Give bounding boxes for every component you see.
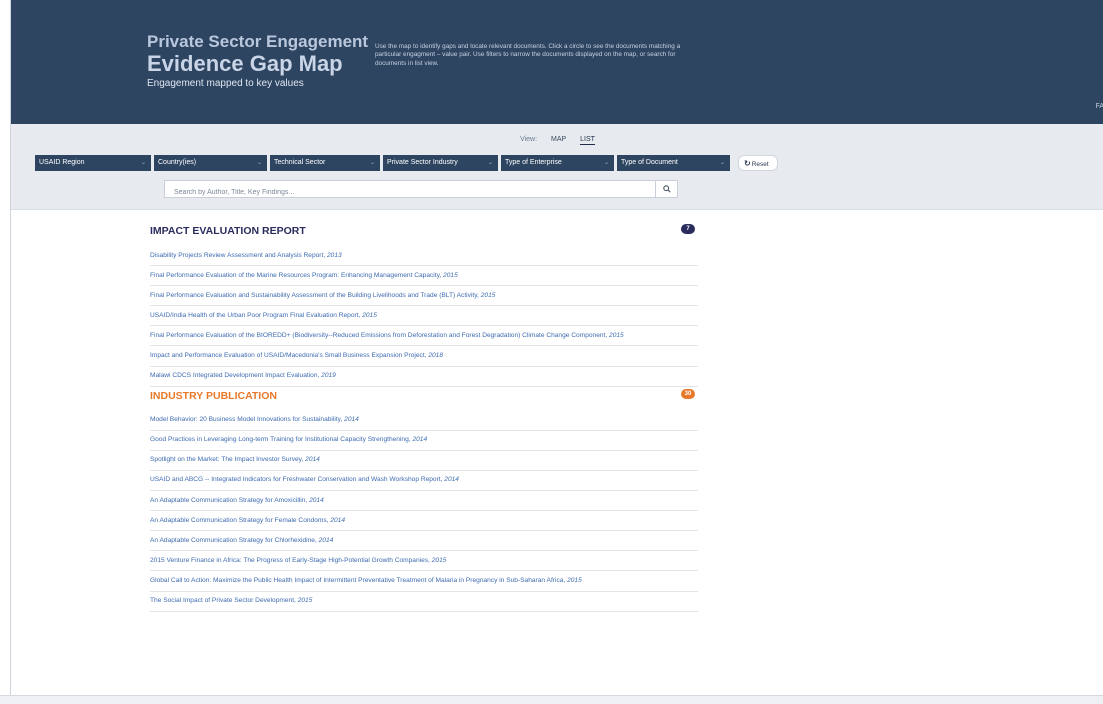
document-title: Final Performance Evaluation and Sustain… [150, 291, 479, 299]
document-title: Model Behavior: 20 Business Model Innova… [150, 416, 343, 424]
document-title: Final Performance Evaluation of the BIOR… [150, 331, 608, 339]
section-header: IMPACT EVALUATION REPORT 7 [150, 222, 698, 246]
filter-type-of-document[interactable]: Type of Document ⌄ [617, 155, 730, 171]
document-year: 2015 [362, 311, 377, 319]
document-year: 2015 [480, 291, 496, 299]
intro-text: Use the map to identify gaps and locate … [375, 43, 681, 67]
document-title: Impact and Performance Evaluation of USA… [150, 351, 427, 359]
document-year: 2014 [444, 476, 459, 484]
filter-label: Private Sector Industry [387, 159, 458, 166]
document-link[interactable]: Malawi CDCS Integrated Development Impac… [150, 367, 698, 387]
view-list-tab[interactable]: LIST [580, 136, 595, 145]
chevron-down-icon: ⌄ [719, 160, 725, 166]
document-year: 2014 [330, 516, 346, 524]
chevron-down-icon: ⌄ [603, 160, 609, 166]
filter-label: USAID Region [39, 159, 85, 166]
bottom-scroll-area [0, 695, 1103, 704]
document-year: 2014 [318, 536, 334, 544]
view-toggle: View: MAP LIST [11, 136, 1103, 145]
document-link[interactable]: Impact and Performance Evaluation of USA… [150, 346, 698, 367]
chevron-down-icon: ⌄ [256, 160, 262, 166]
page-subtitle: Engagement mapped to key values [147, 78, 304, 89]
filter-countries[interactable]: Country(ies) ⌄ [154, 155, 267, 171]
count-badge: 30 [681, 388, 695, 399]
page-title-line1: Private Sector Engagement [147, 32, 369, 51]
chevron-down-icon: ⌄ [140, 160, 146, 166]
document-year: 2018 [428, 351, 444, 359]
section-header: INDUSTRY PUBLICATION 30 [150, 387, 698, 411]
reset-icon: ↻ [744, 159, 751, 168]
document-link[interactable]: Final Performance Evaluation and Sustain… [150, 286, 698, 307]
document-link[interactable]: An Adaptable Communication Strategy for … [150, 531, 698, 552]
document-year: 2014 [309, 496, 324, 504]
reset-label: Reset [751, 161, 769, 168]
document-title: Global Call to Action: Maximize the Publ… [150, 576, 566, 584]
search-input[interactable] [165, 184, 645, 201]
title-block: Private Sector Engagement Evidence Gap M… [147, 32, 368, 89]
document-title: Malawi CDCS Integrated Development Impac… [150, 372, 320, 380]
document-title: Disability Projects Review Assessment an… [150, 251, 326, 259]
filter-type-of-enterprise[interactable]: Type of Enterprise ⌄ [501, 155, 614, 171]
document-year: 2015 [567, 576, 582, 584]
document-link[interactable]: An Adaptable Communication Strategy for … [150, 511, 698, 532]
document-title: 2015 Venture Finance in Africa: The Prog… [150, 556, 430, 564]
document-title: Good Practices in Leveraging Long-term T… [150, 436, 411, 444]
filter-label: Type of Enterprise [505, 159, 562, 166]
document-year: 2015 [609, 331, 624, 339]
view-label: View: [520, 136, 538, 143]
filter-usaid-region[interactable]: USAID Region ⌄ [35, 155, 151, 171]
reset-button[interactable]: ↻Reset [738, 155, 778, 171]
document-year: 2013 [327, 251, 342, 259]
filter-label: Country(ies) [158, 159, 197, 166]
filter-label: Type of Document [621, 159, 678, 166]
document-title: An Adaptable Communication Strategy for … [150, 536, 317, 544]
filter-private-sector-industry[interactable]: Private Sector Industry ⌄ [383, 155, 498, 171]
document-year: 2015 [297, 597, 313, 604]
document-year: 2015 [431, 556, 447, 564]
chevron-down-icon: ⌄ [369, 160, 375, 166]
chevron-down-icon: ⌄ [487, 160, 493, 166]
search-button[interactable] [655, 181, 677, 197]
document-link[interactable]: Model Behavior: 20 Business Model Innova… [150, 411, 698, 431]
section-title: IMPACT EVALUATION REPORT [150, 225, 306, 237]
section-title: INDUSTRY PUBLICATION [150, 389, 277, 402]
document-title: An Adaptable Communication Strategy for … [150, 516, 329, 524]
view-map-tab[interactable]: MAP [551, 136, 566, 143]
document-link[interactable]: 2015 Venture Finance in Africa: The Prog… [150, 551, 698, 572]
document-link[interactable]: Good Practices in Leveraging Long-term T… [150, 431, 698, 451]
document-link[interactable]: USAID/India Health of the Urban Poor Pro… [150, 306, 698, 327]
document-link[interactable]: An Adaptable Communication Strategy for … [150, 491, 698, 512]
document-year: 2014 [412, 436, 428, 444]
search-icon [662, 185, 671, 193]
document-year: 2019 [321, 372, 336, 380]
document-year: 2014 [344, 416, 359, 424]
document-year: 2015 [443, 271, 458, 279]
document-title: An Adaptable Communication Strategy for … [150, 496, 308, 504]
search-box [164, 180, 678, 201]
document-year: 2014 [305, 456, 320, 464]
page-header: Private Sector Engagement Evidence Gap M… [11, 0, 1103, 124]
page-title-line2: Evidence Gap Map [147, 51, 343, 76]
document-link[interactable]: Final Performance Evaluation of the BIOR… [150, 326, 698, 347]
document-link[interactable]: Global Call to Action: Maximize the Publ… [150, 571, 698, 592]
document-link[interactable]: USAID and ABCG -- Integrated Indicators … [150, 471, 698, 492]
document-list: IMPACT EVALUATION REPORT 7 Disability Proj… [150, 222, 698, 612]
count-badge: 7 [681, 224, 695, 234]
document-title: Final Performance Evaluation of the Mari… [150, 271, 442, 279]
app-frame: Private Sector Engagement Evidence Gap M… [10, 0, 1103, 704]
document-title: The Social Impact of Private Sector Deve… [150, 597, 296, 604]
faq-link[interactable]: FA [1095, 103, 1103, 110]
document-title: USAID and ABCG -- Integrated Indicators … [150, 476, 443, 484]
document-title: Spotlight on the Market: The Impact Inve… [150, 456, 304, 464]
document-link[interactable]: The Social Impact of Private Sector Deve… [150, 592, 698, 612]
filter-label: Technical Sector [274, 159, 326, 166]
document-title: USAID/India Health of the Urban Poor Pro… [150, 311, 361, 319]
document-link[interactable]: Final Performance Evaluation of the Mari… [150, 266, 698, 287]
document-link[interactable]: Spotlight on the Market: The Impact Inve… [150, 451, 698, 471]
document-link[interactable]: Disability Projects Review Assessment an… [150, 246, 698, 267]
filter-technical-sector[interactable]: Technical Sector ⌄ [270, 155, 380, 171]
